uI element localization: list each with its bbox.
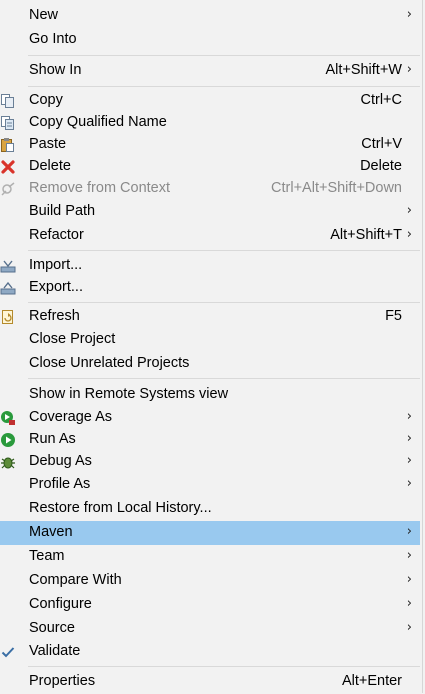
- refresh-icon: [0, 309, 16, 325]
- submenu-arrow-icon: ›: [406, 476, 412, 491]
- submenu-arrow-icon: ›: [406, 227, 412, 242]
- menu-item-compare-with[interactable]: Compare With ›: [0, 569, 420, 593]
- submenu-arrow-icon: ›: [406, 431, 412, 446]
- menu-item-label: Restore from Local History...: [29, 500, 212, 516]
- menu-item-export[interactable]: Export...: [0, 276, 420, 300]
- paste-icon: [0, 137, 16, 153]
- menu-item-label: Refresh: [29, 308, 80, 324]
- menu-separator: [28, 302, 420, 303]
- menu-item-label: Validate: [29, 643, 81, 659]
- menu-item-shortcut: Alt+Enter: [341, 673, 402, 689]
- menu-item-label: Close Unrelated Projects: [29, 355, 190, 371]
- menu-item-label: Run As: [29, 431, 76, 447]
- menu-item-label: Go Into: [29, 31, 77, 47]
- menu-item-label: Export...: [29, 279, 83, 295]
- submenu-arrow-icon: ›: [406, 453, 412, 468]
- menu-item-remove-from-context[interactable]: Remove from Context Ctrl+Alt+Shift+Down: [0, 177, 420, 201]
- menu-item-refresh[interactable]: Refresh F5: [0, 305, 420, 329]
- submenu-arrow-icon: ›: [406, 524, 412, 539]
- menu-item-label: Compare With: [29, 572, 122, 588]
- menu-item-coverage-as[interactable]: Coverage As ›: [0, 406, 420, 430]
- menu-item-shortcut: Delete: [360, 158, 402, 174]
- menu-item-properties[interactable]: Properties Alt+Enter: [0, 670, 420, 694]
- import-icon: [0, 258, 16, 274]
- menu-item-import[interactable]: Import...: [0, 254, 420, 278]
- menu-item-shortcut: Ctrl+Alt+Shift+Down: [271, 180, 402, 196]
- menu-item-label: Coverage As: [29, 409, 113, 425]
- menu-item-label: New: [29, 7, 59, 23]
- menu-item-label: Remove from Context: [29, 180, 171, 196]
- menu-item-label: Maven: [29, 524, 73, 540]
- run-icon: [0, 432, 16, 448]
- menu-item-shortcut: Ctrl+C: [360, 92, 403, 108]
- menu-item-label: Show in Remote Systems view: [29, 386, 229, 402]
- menu-item-label: Build Path: [29, 203, 96, 219]
- menu-item-shortcut: F5: [385, 308, 402, 324]
- debug-bug-icon: [0, 454, 16, 470]
- menu-item-validate[interactable]: Validate: [0, 640, 420, 664]
- submenu-arrow-icon: ›: [406, 548, 412, 563]
- menu-item-delete[interactable]: Delete Delete: [0, 155, 420, 179]
- copy-qualified-name-icon: [0, 115, 16, 131]
- menu-item-refactor[interactable]: Refactor Alt+Shift+T ›: [0, 224, 420, 248]
- menu-item-copy-qualified-name[interactable]: Copy Qualified Name: [0, 111, 420, 135]
- menu-item-source[interactable]: Source ›: [0, 617, 420, 641]
- menu-item-label: Team: [29, 548, 65, 564]
- menu-item-label: Copy Qualified Name: [29, 114, 167, 130]
- menu-item-show-in-remote-systems[interactable]: Show in Remote Systems view: [0, 383, 420, 407]
- menu-item-show-in[interactable]: Show In Alt+Shift+W ›: [0, 59, 420, 83]
- menu-item-label: Refactor: [29, 227, 84, 243]
- submenu-arrow-icon: ›: [406, 203, 412, 218]
- coverage-icon: [0, 410, 16, 426]
- menu-item-label: Paste: [29, 136, 67, 152]
- menu-item-label: Profile As: [29, 476, 91, 492]
- menu-item-label: Properties: [29, 673, 96, 689]
- menu-item-configure[interactable]: Configure ›: [0, 593, 420, 617]
- menu-item-paste[interactable]: Paste Ctrl+V: [0, 133, 420, 157]
- menu-item-team[interactable]: Team ›: [0, 545, 420, 569]
- submenu-arrow-icon: ›: [406, 62, 412, 77]
- submenu-arrow-icon: ›: [406, 620, 412, 635]
- menu-item-maven[interactable]: Maven ›: [0, 521, 420, 545]
- menu-item-go-into[interactable]: Go Into: [0, 28, 420, 52]
- menu-item-label: Close Project: [29, 331, 116, 347]
- context-menu: New › Go Into Show In Alt+Shift+W › Copy…: [0, 0, 423, 693]
- menu-item-label: Copy: [29, 92, 63, 108]
- menu-item-new[interactable]: New ›: [0, 4, 420, 28]
- menu-item-label: Show In: [29, 62, 82, 78]
- submenu-arrow-icon: ›: [406, 7, 412, 22]
- menu-item-close-unrelated-projects[interactable]: Close Unrelated Projects: [0, 352, 420, 376]
- menu-item-restore-from-local-history[interactable]: Restore from Local History...: [0, 497, 420, 521]
- menu-separator: [28, 250, 420, 251]
- menu-item-profile-as[interactable]: Profile As ›: [0, 473, 420, 497]
- menu-item-shortcut: Ctrl+V: [361, 136, 402, 152]
- menu-item-label: Delete: [29, 158, 71, 174]
- menu-separator: [28, 86, 420, 87]
- copy-icon: [0, 93, 16, 109]
- menu-item-shortcut: Alt+Shift+W: [325, 62, 402, 78]
- menu-item-label: Debug As: [29, 453, 92, 469]
- menu-item-label: Import...: [29, 257, 83, 273]
- submenu-arrow-icon: ›: [406, 409, 412, 424]
- menu-item-run-as[interactable]: Run As ›: [0, 428, 420, 452]
- menu-separator: [28, 378, 420, 379]
- export-icon: [0, 280, 16, 296]
- menu-separator: [28, 666, 420, 667]
- delete-icon: [0, 159, 16, 175]
- menu-separator: [28, 55, 420, 56]
- submenu-arrow-icon: ›: [406, 572, 412, 587]
- submenu-arrow-icon: ›: [406, 596, 412, 611]
- menu-item-label: Source: [29, 620, 75, 636]
- menu-item-label: Configure: [29, 596, 92, 612]
- menu-item-debug-as[interactable]: Debug As ›: [0, 450, 420, 474]
- menu-item-copy[interactable]: Copy Ctrl+C: [0, 89, 420, 113]
- remove-from-context-icon: [0, 181, 16, 197]
- menu-item-build-path[interactable]: Build Path ›: [0, 200, 420, 224]
- checkmark-icon: [0, 644, 16, 660]
- menu-item-shortcut: Alt+Shift+T: [330, 227, 402, 243]
- menu-item-close-project[interactable]: Close Project: [0, 328, 420, 352]
